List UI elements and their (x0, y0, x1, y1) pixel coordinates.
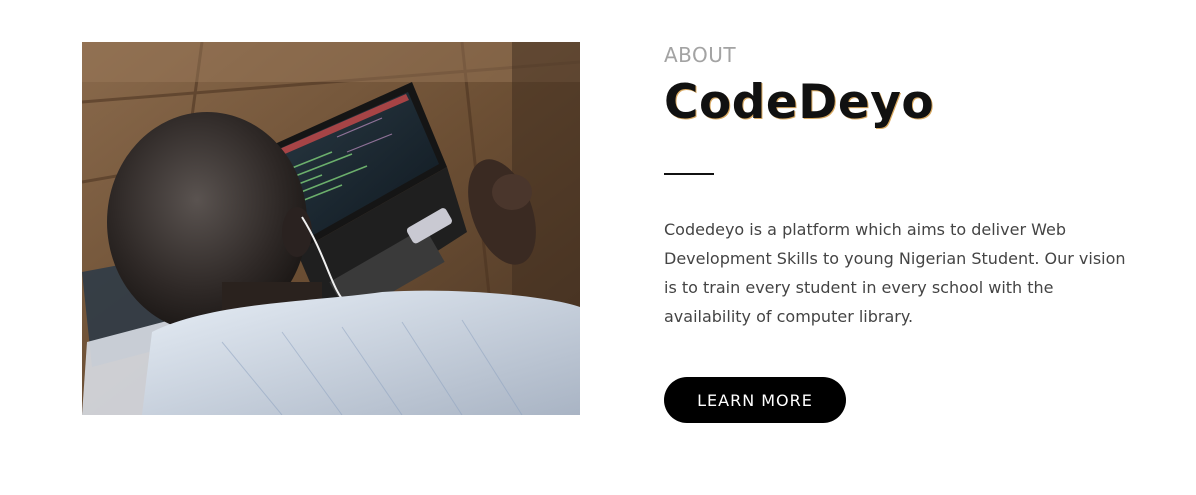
page-title: CodeDeyo (664, 75, 935, 130)
about-content: ABOUT CodeDeyo Codedeyo is a platform wh… (664, 44, 1144, 423)
student-laptop-photo (82, 42, 580, 415)
about-section: ABOUT CodeDeyo Codedeyo is a platform wh… (0, 0, 1196, 495)
title-divider (664, 173, 714, 175)
learn-more-button[interactable]: LEARN MORE (664, 377, 846, 423)
section-eyebrow: ABOUT (664, 43, 737, 67)
about-description: Codedeyo is a platform which aims to del… (664, 220, 1126, 326)
